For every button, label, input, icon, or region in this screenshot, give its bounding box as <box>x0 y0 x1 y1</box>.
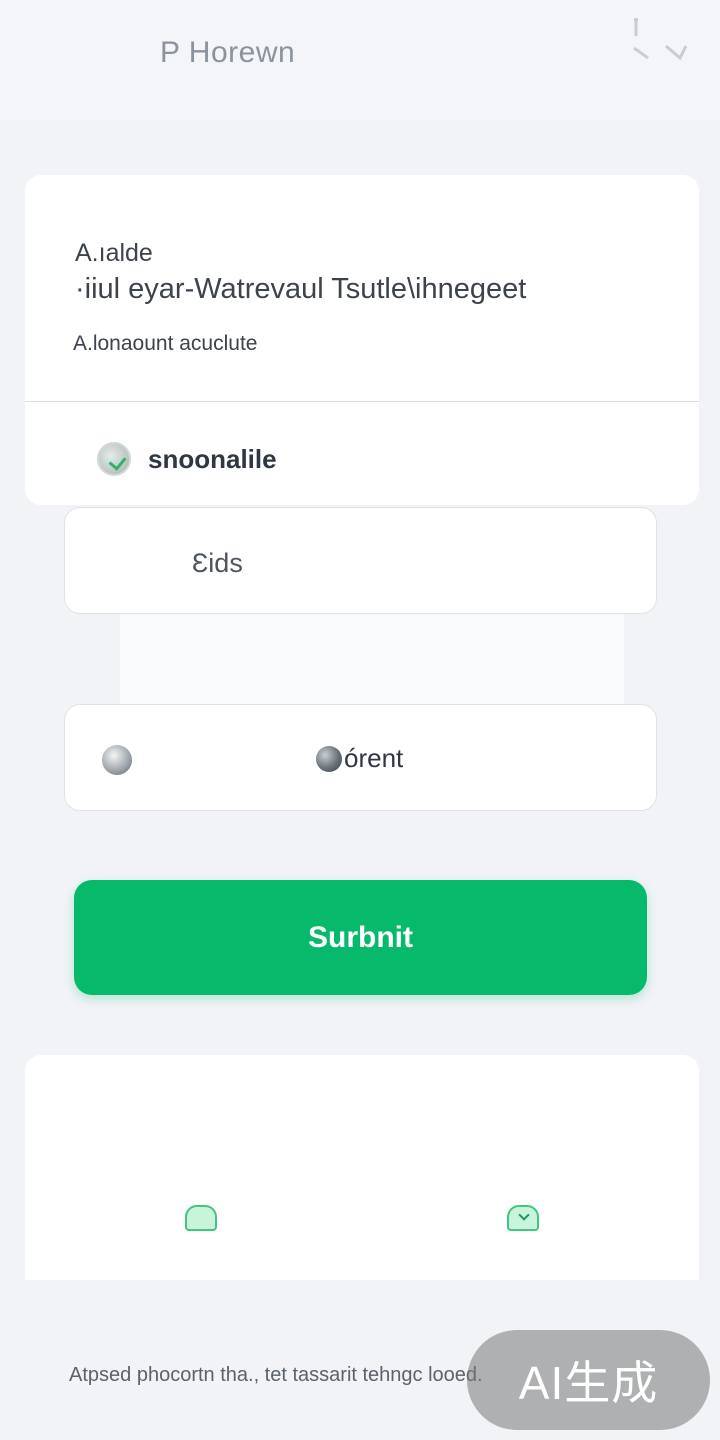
profile-row[interactable]: snoonalile <box>97 441 277 477</box>
text-field-2[interactable]: órent <box>64 704 657 811</box>
field-2-content: órent <box>316 743 403 774</box>
avatar-icon <box>316 745 342 772</box>
home-icon[interactable] <box>185 1205 217 1231</box>
footer-text: Atpsed phocortn tha., tet tassarit tehng… <box>69 1364 483 1386</box>
header-bar: P Horewn <box>0 0 720 120</box>
submit-label: Surbnit <box>308 920 413 954</box>
profile-name: snoonalile <box>148 443 277 474</box>
submit-button[interactable]: Surbnit <box>74 880 647 995</box>
text-field-1[interactable]: Ɛids <box>64 507 657 614</box>
intro-title: ·iiul eyar-Watrevaul Tsutle\ihnegeet <box>75 273 527 305</box>
watermark-text: AI生成 <box>518 1357 659 1409</box>
intro-card: A.ıalde ·iiul eyar-Watrevaul Tsutle\ihne… <box>25 175 699 505</box>
download-icon[interactable] <box>507 1205 539 1231</box>
avatar-icon <box>102 745 132 775</box>
app-title: P Horewn <box>160 36 296 69</box>
chevron-down-icon[interactable] <box>626 10 690 74</box>
intro-heading: A.ıalde <box>75 239 153 267</box>
divider <box>25 401 699 402</box>
spacer-panel <box>120 614 624 704</box>
field-1-value: Ɛids <box>192 548 243 578</box>
field-2-value: órent <box>344 743 404 773</box>
avatar-icon <box>97 442 131 476</box>
watermark-badge: AI生成 <box>467 1330 710 1430</box>
intro-subtitle: A.lonaount acuclute <box>73 332 258 355</box>
bottom-nav-card <box>25 1055 699 1280</box>
